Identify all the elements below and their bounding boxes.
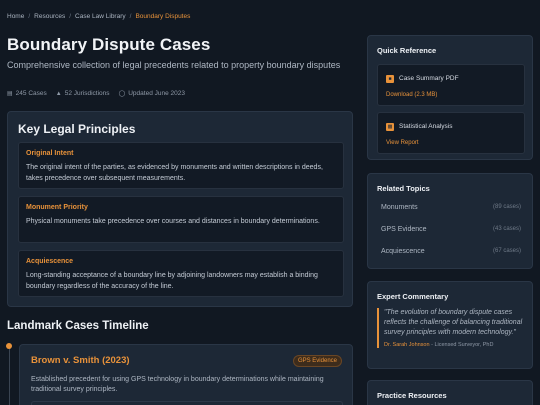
timeline-title: Landmark Cases Timeline	[7, 320, 149, 332]
quick-reference-panel: Quick Reference ■ Case Summary PDF Downl…	[367, 35, 533, 160]
case-title[interactable]: Brown v. Smith (2023)	[31, 355, 130, 366]
page-meta: ▤ 245 Cases ▲ 52 Jurisdictions ◯ Updated…	[7, 90, 185, 97]
quote-author-role: - Licensed Surveyor, PhD	[431, 342, 494, 348]
quick-ref-item-analysis[interactable]: ▩ Statistical Analysis View Report	[377, 112, 525, 154]
expert-quote: "The evolution of boundary dispute cases…	[377, 308, 527, 348]
timeline-dot	[6, 343, 12, 349]
practice-resources-panel: Practice Resources	[367, 380, 533, 405]
timeline-line	[9, 346, 10, 405]
breadcrumb-case-law-library[interactable]: Case Law Library	[75, 13, 126, 20]
building-icon: ▲	[55, 90, 62, 97]
quote-attribution: Dr. Sarah Johnson - Licensed Surveyor, P…	[384, 342, 527, 348]
download-link[interactable]: Download (2.3 MB)	[386, 92, 437, 98]
document-icon: ▤	[7, 91, 13, 97]
principle-description: Long-standing acceptance of a boundary l…	[26, 272, 318, 290]
related-topic-item[interactable]: GPS Evidence (43 cases)	[377, 221, 525, 239]
related-topic-item[interactable]: Monuments (89 cases)	[377, 199, 525, 217]
principle-card: Acquiescence Long-standing acceptance of…	[18, 250, 344, 297]
related-topics-title: Related Topics	[377, 184, 430, 193]
breadcrumb-resources[interactable]: Resources	[34, 13, 65, 20]
quick-reference-title: Quick Reference	[377, 46, 437, 55]
meta-jurisdictions-text: 52 Jurisdictions	[64, 90, 110, 97]
quick-ref-label: Statistical Analysis	[399, 123, 453, 130]
pdf-icon: ■	[386, 75, 394, 83]
principle-title: Original Intent	[26, 150, 74, 157]
page-subtitle: Comprehensive collection of legal preced…	[7, 60, 341, 70]
meta-jurisdictions: ▲ 52 Jurisdictions	[56, 90, 110, 97]
breadcrumb-home[interactable]: Home	[7, 13, 24, 20]
principle-description: The original intent of the parties, as e…	[26, 164, 323, 182]
case-tag: GPS Evidence	[292, 355, 342, 367]
principle-card: Original Intent The original intent of t…	[18, 142, 344, 189]
expert-commentary-panel: Expert Commentary "The evolution of boun…	[367, 281, 533, 369]
principle-description: Physical monuments take precedence over …	[26, 218, 320, 225]
breadcrumb-current: Boundary Disputes	[135, 13, 191, 20]
related-topics-panel: Related Topics Monuments (89 cases) GPS …	[367, 173, 533, 269]
principle-title: Acquiescence	[26, 258, 74, 265]
principle-card: Monument Priority Physical monuments tak…	[18, 196, 344, 243]
case-detail-box	[31, 401, 343, 405]
topic-count: (89 cases)	[492, 204, 521, 210]
expert-commentary-title: Expert Commentary	[377, 292, 449, 301]
chart-icon: ▩	[386, 123, 394, 131]
case-card[interactable]: Brown v. Smith (2023) GPS Evidence Estab…	[19, 344, 353, 405]
page-title: Boundary Dispute Cases	[7, 35, 211, 54]
meta-updated: ◯ Updated June 2023	[119, 90, 185, 97]
clock-icon: ◯	[118, 91, 126, 97]
case-description: Established precedent for using GPS tech…	[31, 376, 324, 393]
breadcrumb: Home / Resources / Case Law Library / Bo…	[7, 13, 190, 20]
quick-ref-label: Case Summary PDF	[399, 75, 459, 82]
topic-name: Monuments	[381, 204, 418, 211]
breadcrumb-separator: /	[69, 13, 72, 20]
quote-text: "The evolution of boundary dispute cases…	[384, 309, 523, 336]
topic-count: (67 cases)	[492, 248, 521, 254]
quick-ref-item-pdf[interactable]: ■ Case Summary PDF Download (2.3 MB)	[377, 64, 525, 106]
meta-updated-text: Updated June 2023	[128, 90, 185, 97]
related-topic-item[interactable]: Acquiescence (67 cases)	[377, 243, 525, 261]
practice-resources-title: Practice Resources	[377, 391, 447, 400]
breadcrumb-separator: /	[129, 13, 132, 20]
principle-title: Monument Priority	[26, 204, 88, 211]
quote-author[interactable]: Dr. Sarah Johnson	[384, 342, 430, 348]
key-principles-title: Key Legal Principles	[18, 122, 136, 136]
topic-count: (43 cases)	[492, 226, 521, 232]
key-principles-panel: Key Legal Principles Original Intent The…	[7, 111, 353, 307]
breadcrumb-separator: /	[28, 13, 31, 20]
meta-cases-text: 245 Cases	[15, 90, 47, 97]
meta-cases: ▤ 245 Cases	[7, 90, 47, 97]
topic-name: GPS Evidence	[381, 226, 427, 233]
topic-name: Acquiescence	[381, 248, 425, 255]
view-report-link[interactable]: View Report	[386, 140, 419, 146]
